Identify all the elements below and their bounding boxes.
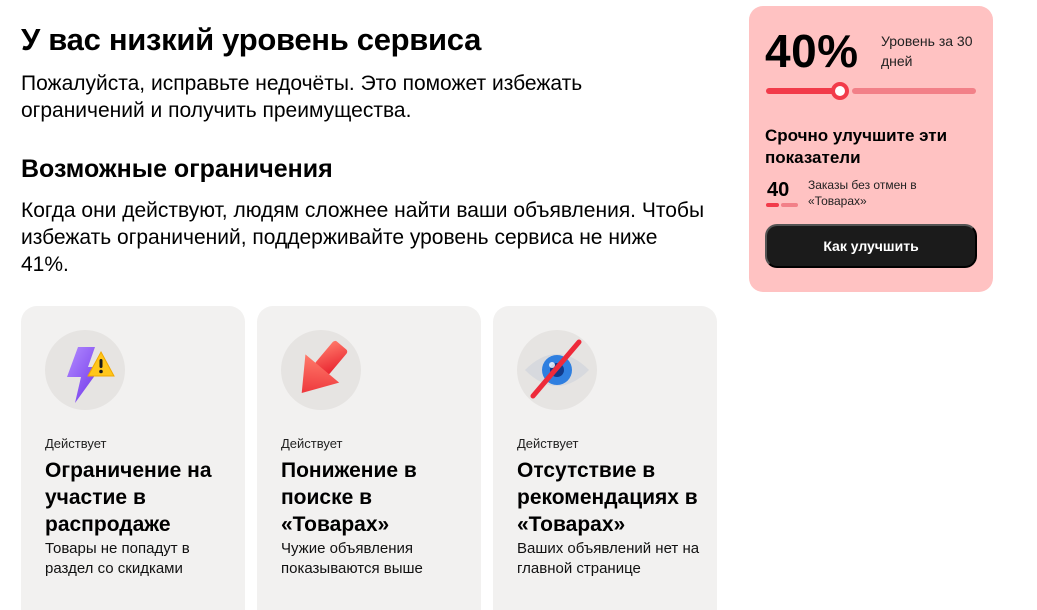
card-status: Действует [517,436,579,451]
card-status: Действует [45,436,107,451]
card-title: Понижение в поиске в «Товарах» [281,459,417,536]
page-title: У вас низкий уровень сервиса [21,22,482,57]
service-level-slider [766,82,976,100]
card-title: Отсутствие в рекомендациях в «Товарах» [517,459,698,536]
metric-progress-rest [781,203,798,207]
arrow-down-icon [281,330,361,410]
service-level-slider-thumb [831,82,849,100]
metric-progress-fill [766,203,779,207]
service-level-page: У вас низкий уровень сервиса Пожалуйста,… [0,0,1037,610]
restrictions-heading: Возможные ограничения [21,155,333,183]
urgent-heading: Срочно улучшите эти показатели [765,126,948,167]
restriction-card-recommendations: Действует Отсутствие в рекомендациях в «… [493,306,717,610]
how-to-improve-button[interactable]: Как улучшить [765,224,977,268]
restrictions-description: Когда они действуют, людям сложнее найти… [21,199,705,276]
service-level-value: 40% [765,25,859,77]
metric-label: Заказы без отмен в «Товарах» [808,178,917,208]
card-status: Действует [281,436,343,451]
restriction-card-search: Действует Понижение в поиске в «Товарах»… [257,306,481,610]
service-level-panel: 40% Уровень за 30 дней Срочно улучшите э… [749,6,993,292]
service-level-label: Уровень за 30 дней [881,33,973,69]
lightning-warning-icon [45,330,125,410]
page-lead: Пожалуйста, исправьте недочёты. Это помо… [21,72,583,122]
restriction-card-sale: Действует Ограничение на участие в распр… [21,306,245,610]
metric-progress-bar [766,203,798,207]
service-level-slider-fill [766,88,840,94]
card-title: Ограничение на участие в распродаже [45,459,212,536]
metric-value: 40 [767,179,790,201]
eye-crossed-icon [517,330,597,410]
service-level-slider-rest [852,88,976,94]
card-text: Товары не попадут в раздел со скидками [45,540,190,577]
card-text: Чужие объявления показываются выше [281,540,423,577]
card-text: Ваших объявлений нет на главной странице [517,540,700,577]
